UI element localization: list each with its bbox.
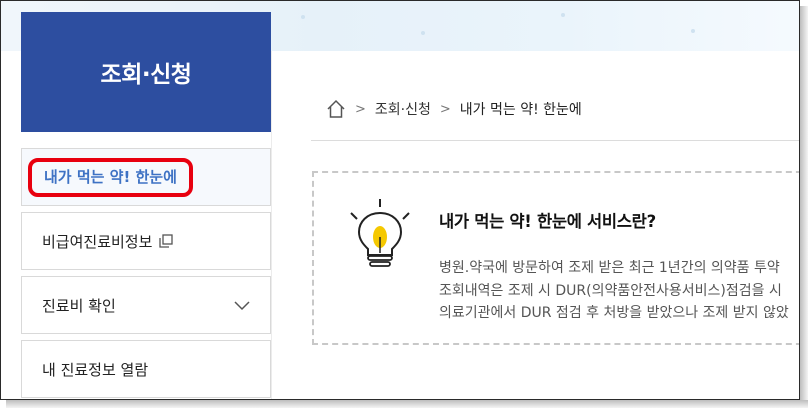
sidebar-item-my-medication[interactable]: 내가 먹는 약! 한눈에 (21, 148, 271, 206)
sidebar-item-medical-fee-check[interactable]: 진료비 확인 (21, 276, 271, 334)
breadcrumb-divider (311, 140, 799, 141)
home-icon[interactable] (326, 99, 346, 119)
info-line: 조회내역은 조제 시 DUR(의약품안전사용서비스)점검을 시 (439, 283, 782, 299)
sidebar-header: 조회·신청 (21, 12, 271, 132)
sidebar-title: 조회·신청 (100, 62, 192, 88)
external-link-icon (159, 234, 174, 248)
browser-viewport: 조회·신청 내가 먹는 약! 한눈에 비급여진료비정보 진료비 확인 내 진료정… (0, 0, 800, 400)
chevron-right-icon: > (355, 101, 366, 117)
info-title: 내가 먹는 약! 한눈에 서비스란? (439, 212, 656, 231)
info-line: 병원.약국에 방문하여 조제 받은 최근 1년간의 의약품 투약 (439, 260, 780, 276)
frame-shadow (6, 400, 808, 408)
sidebar-item-label: 내 진료정보 열람 (42, 360, 149, 379)
sidebar-item-label: 비급여진료비정보 (42, 232, 153, 251)
content-divider (271, 51, 272, 399)
chevron-right-icon: > (439, 101, 451, 117)
frame-shadow (800, 6, 808, 408)
info-line: 의료기관에서 DUR 점검 후 처방을 받았으나 조제 받지 않았 (439, 305, 789, 321)
breadcrumb-current: 내가 먹는 약! 한눈에 (459, 102, 582, 118)
lightbulb-icon (345, 197, 415, 277)
breadcrumb-level1[interactable]: 조회·신청 (375, 99, 431, 119)
chevron-down-icon (234, 297, 250, 315)
breadcrumb: > 조회·신청 > 내가 먹는 약! 한눈에 (326, 97, 582, 121)
sidebar-item-label: 진료비 확인 (42, 296, 116, 315)
sidebar-item-non-covered-fees[interactable]: 비급여진료비정보 (21, 212, 271, 270)
sidebar-item-label: 내가 먹는 약! 한눈에 (28, 157, 193, 197)
sidebar-item-my-medical-records[interactable]: 내 진료정보 열람 (21, 340, 271, 398)
